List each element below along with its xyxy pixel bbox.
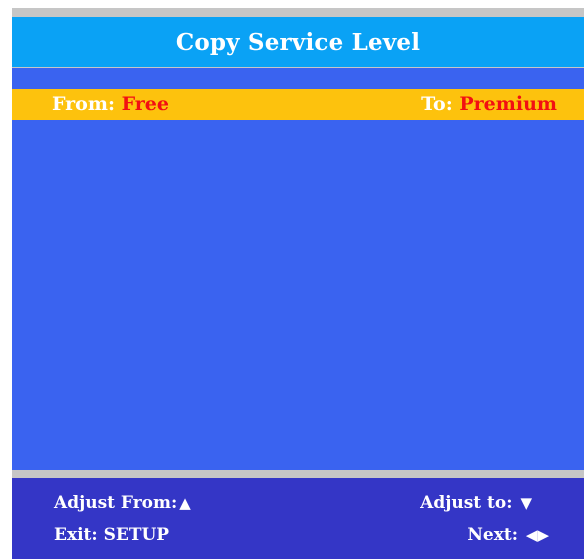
main-panel: From: Free To: Premium <box>12 68 584 470</box>
title-bar: Copy Service Level <box>12 17 584 67</box>
adjust-from-label: Adjust From: <box>54 493 178 513</box>
key-hints-footer: Adjust From: ▲ Exit: SETUP Adjust to: ▼ N… <box>12 478 584 559</box>
service-level-row[interactable]: From: Free To: Premium <box>12 89 584 120</box>
left-right-arrows-icon: ◀▶ <box>525 526 549 544</box>
dialog-title: Copy Service Level <box>175 28 421 56</box>
from-level[interactable]: From: Free <box>52 92 169 116</box>
exit-label: Exit: SETUP <box>54 525 170 545</box>
adjust-to-hint: Adjust to: ▼ <box>420 492 532 514</box>
to-level[interactable]: To: Premium <box>421 92 557 116</box>
adjust-to-label: Adjust to: <box>420 493 513 513</box>
adjust-from-hint: Adjust From: ▲ <box>54 492 191 514</box>
from-value: Free <box>121 93 169 115</box>
copy-service-level-dialog: Copy Service Level From: Free To: Premiu… <box>12 8 584 559</box>
from-label: From: <box>52 93 115 115</box>
to-value: Premium <box>459 93 557 115</box>
next-label: Next: <box>467 525 518 545</box>
next-hint: Next: ◀▶ <box>467 524 549 546</box>
up-arrow-icon: ▲ <box>179 494 191 512</box>
exit-hint: Exit: SETUP <box>54 524 169 546</box>
down-arrow-icon: ▼ <box>520 494 532 512</box>
to-label: To: <box>421 93 453 115</box>
